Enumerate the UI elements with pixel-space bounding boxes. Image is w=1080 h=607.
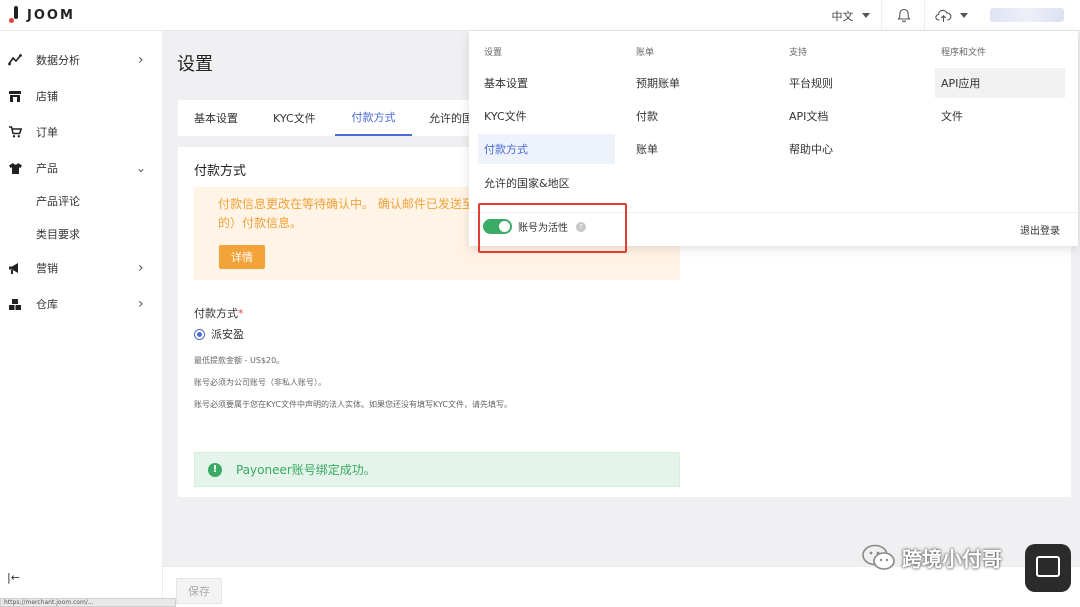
sidebar-item-marketing[interactable]: 营销 › <box>0 251 163 285</box>
chat-widget-button[interactable] <box>1025 544 1071 592</box>
cart-icon <box>8 125 22 139</box>
caret-down-icon <box>861 13 870 18</box>
menu-item-payments[interactable]: 付款 <box>636 108 658 124</box>
menu-header-support: 支持 <box>789 48 808 58</box>
note-company-account: 账号必须为公司账号（非私人账号）。 <box>194 378 326 387</box>
sidebar-item-analytics[interactable]: 数据分析 › <box>0 43 163 77</box>
menu-item-expected-bills[interactable]: 预期账单 <box>636 75 680 91</box>
sidebar-subitem-product-reviews[interactable]: 产品评论 <box>36 193 80 209</box>
sidebar-item-warehouse[interactable]: 仓库 › <box>0 287 163 321</box>
tab-allowed-countries[interactable]: 允许的国 <box>429 100 473 136</box>
language-selector[interactable]: 中文 <box>820 0 882 31</box>
menu-item-api-docs[interactable]: API文档 <box>789 108 828 124</box>
required-mark: * <box>238 307 244 320</box>
sidebar-item-products[interactable]: 产品 ⌄ <box>0 151 163 185</box>
sidebar-item-label: 仓库 <box>36 298 58 311</box>
menu-header-apps-files: 程序和文件 <box>941 48 987 58</box>
sidebar-item-orders[interactable]: 订单 <box>0 115 163 149</box>
menu-item-files[interactable]: 文件 <box>941 108 963 124</box>
payment-method-label: 付款方式* <box>194 305 244 321</box>
menu-header-billing: 账单 <box>636 48 655 58</box>
watermark-text: 跨境小付哥 <box>902 547 1002 571</box>
chevron-right-icon: › <box>138 52 144 68</box>
success-banner: ! Payoneer账号绑定成功。 <box>194 452 680 487</box>
success-check-icon: ! <box>208 462 222 477</box>
menu-item-kyc[interactable]: KYC文件 <box>484 108 527 124</box>
sidebar-item-label: 数据分析 <box>36 54 80 67</box>
cloud-upload-icon <box>934 9 951 22</box>
chevron-right-icon: › <box>138 296 144 312</box>
menu-item-help-center[interactable]: 帮助中心 <box>789 141 833 157</box>
upload-menu-button[interactable] <box>926 0 976 31</box>
top-bar: JOOM 中文 <box>0 0 1080 31</box>
radio-selected-icon <box>194 328 205 340</box>
menu-item-platform-rules[interactable]: 平台规则 <box>789 75 833 91</box>
watermark: 跨境小付哥 <box>862 543 1002 572</box>
warning-line-1: 付款信息更改在等待确认中。 确认邮件已发送至 <box>218 197 474 211</box>
details-button[interactable]: 详情 <box>219 245 265 269</box>
tshirt-icon <box>8 161 22 175</box>
wechat-icon <box>862 544 895 570</box>
card-title: 付款方式 <box>194 164 247 179</box>
tab-payment-methods[interactable]: 付款方式 <box>335 100 412 136</box>
warning-line-2: 的）付款信息。 <box>218 216 303 230</box>
megaphone-icon <box>8 261 22 275</box>
chevron-down-icon: ⌄ <box>136 161 147 175</box>
caret-down-icon <box>959 13 968 18</box>
sidebar-item-store[interactable]: 店铺 <box>0 79 163 113</box>
store-icon <box>8 89 22 103</box>
warning-text: 付款信息更改在等待确认中。 确认邮件已发送至 的）付款信息。 <box>218 195 474 233</box>
tab-basic-settings[interactable]: 基本设置 <box>194 100 238 136</box>
payoneer-radio[interactable]: 派安盈 <box>194 326 244 342</box>
status-bar-url: https://merchant.joom.com/... <box>0 598 176 607</box>
logo-mark-icon <box>9 6 19 24</box>
logo-text: JOOM <box>27 7 75 23</box>
sidebar-item-label: 订单 <box>36 126 58 139</box>
menu-item-allowed-countries[interactable]: 允许的国家&地区 <box>484 175 570 191</box>
menu-item-basic-settings[interactable]: 基本设置 <box>484 75 528 91</box>
payment-method-label-text: 付款方式 <box>194 307 238 320</box>
joom-logo[interactable]: JOOM <box>9 6 75 24</box>
page-title: 设置 <box>177 54 213 75</box>
note-legal-entity: 账号必须要属于您在KYC文件中声明的法人实体。如果您还没有填写KYC文件，请先填… <box>194 400 512 409</box>
language-label: 中文 <box>831 9 854 23</box>
radio-label: 派安盈 <box>211 328 244 341</box>
sidebar: 数据分析 › 店铺 订单 产品 ⌄ 产品评论 类目要求 营销 › 仓库 › |← <box>0 31 163 607</box>
chevron-right-icon: › <box>138 260 144 276</box>
settings-tabs: 基本设置 KYC文件 付款方式 允许的国 <box>178 100 478 136</box>
warehouse-icon <box>8 297 22 311</box>
menu-item-payment-methods[interactable]: 付款方式 <box>478 134 615 164</box>
logout-link[interactable]: 退出登录 <box>1020 222 1060 237</box>
chart-line-icon <box>8 53 22 67</box>
tab-kyc-documents[interactable]: KYC文件 <box>273 100 316 136</box>
success-text: Payoneer账号绑定成功。 <box>236 463 376 477</box>
note-min-withdrawal: 最低提款金额 - US$20。 <box>194 356 285 365</box>
sidebar-subitem-category-requirements[interactable]: 类目要求 <box>36 226 80 242</box>
notifications-button[interactable] <box>883 0 925 31</box>
user-account-name[interactable] <box>990 8 1064 22</box>
sidebar-item-label: 营销 <box>36 262 58 275</box>
menu-header-settings: 设置 <box>484 48 503 58</box>
save-button[interactable]: 保存 <box>176 578 222 604</box>
sidebar-item-label: 产品 <box>36 162 58 175</box>
footer-bar <box>163 566 1080 607</box>
sidebar-item-label: 店铺 <box>36 90 58 103</box>
menu-item-api-apps[interactable]: API应用 <box>935 68 1065 98</box>
collapse-sidebar-icon[interactable]: |← <box>7 571 20 584</box>
menu-item-bills[interactable]: 账单 <box>636 141 658 157</box>
highlight-annotation-box <box>478 203 627 253</box>
bell-icon <box>896 8 911 23</box>
